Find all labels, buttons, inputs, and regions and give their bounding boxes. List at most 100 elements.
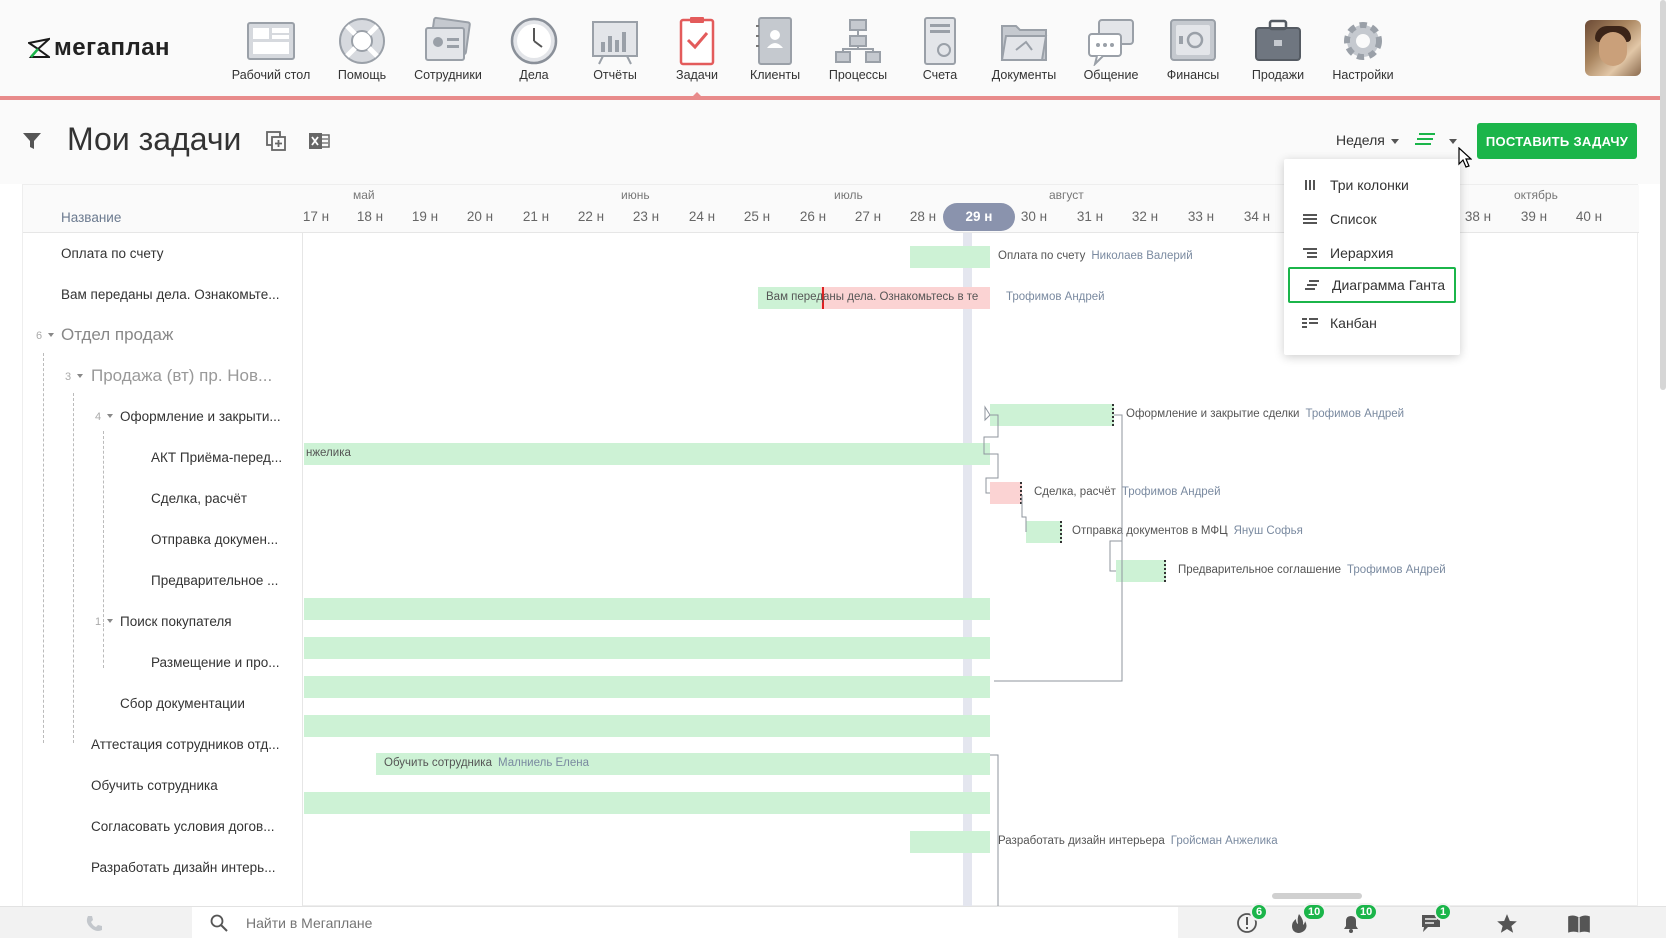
hot-badge: 10 [1302, 903, 1327, 921]
week-label: 17 н [302, 209, 330, 224]
task-name: Продажа (вт) пр. Нов... [91, 366, 273, 385]
nav-processes[interactable]: Процессы [816, 14, 900, 86]
task-row[interactable]: Оплата по счету [23, 235, 303, 275]
vertical-scrollbar[interactable] [1660, 0, 1666, 390]
task-name: Размещение и про... [151, 655, 280, 670]
current-week-label: 29 н [943, 203, 1015, 231]
nav-communication[interactable]: Общение [1069, 14, 1153, 86]
task-row[interactable]: Вам переданы дела. Ознакомьте... [23, 276, 303, 316]
week-label: 40 н [1575, 209, 1603, 224]
task-group-row[interactable]: 1 Поиск покупателя [23, 603, 303, 643]
documents-icon [1000, 25, 1048, 61]
create-task-button[interactable]: ПОСТАВИТЬ ЗАДАЧУ [1477, 123, 1637, 159]
week-label: 28 н [909, 209, 937, 224]
nav-label: Клиенты [749, 68, 801, 82]
view-option-label: Канбан [1330, 315, 1377, 331]
nav-reports[interactable]: Отчёты [573, 14, 657, 86]
name-column-header: Название [61, 210, 122, 225]
invoices-icon [924, 17, 956, 65]
nav-employees[interactable]: Сотрудники [406, 14, 490, 86]
view-switch[interactable] [1415, 132, 1457, 151]
copy-task-icon[interactable] [265, 130, 287, 152]
notifications-button[interactable]: 10 [1340, 903, 1379, 936]
excel-export-icon[interactable] [308, 130, 330, 152]
task-row[interactable]: Предварительное ... [23, 562, 303, 602]
view-option-three-columns[interactable]: Три колонки [1288, 167, 1456, 203]
search-icon [210, 914, 228, 932]
task-group-row[interactable]: 3 Продажа (вт) пр. Нов... [23, 358, 303, 398]
view-option-gantt[interactable]: Диаграмма Ганта [1288, 267, 1456, 303]
book-icon[interactable] [1566, 912, 1592, 936]
week-label: 26 н [799, 209, 827, 224]
week-label: 21 н [522, 209, 550, 224]
view-option-label: Список [1330, 211, 1377, 227]
chevron-down-icon [1390, 138, 1399, 144]
task-name: Поиск покупателя [120, 614, 232, 629]
nav-settings[interactable]: Настройки [1321, 14, 1405, 86]
desktop-icon [247, 22, 295, 60]
view-option-hierarchy[interactable]: Иерархия [1288, 235, 1456, 271]
hierarchy-icon [1300, 247, 1320, 259]
nav-label: Документы [991, 68, 1057, 82]
nav-label: Настройки [1332, 68, 1394, 82]
view-option-list[interactable]: Список [1288, 201, 1456, 237]
alerts-button[interactable]: 6 [1236, 903, 1269, 936]
task-list: Оплата по счету Вам переданы дела. Ознак… [23, 233, 303, 907]
task-name: Сделка, расчёт [151, 491, 248, 506]
nav-invoices[interactable]: Счета [898, 14, 982, 86]
task-row[interactable]: Аттестация сотрудников отд... [23, 726, 303, 766]
nav-affairs[interactable]: Дела [492, 14, 576, 86]
nav-sales[interactable]: Продажи [1236, 14, 1320, 86]
star-icon[interactable] [1494, 912, 1520, 936]
month-label: июль [834, 188, 863, 202]
nav-help[interactable]: Помощь [320, 14, 404, 86]
nav-label: Счета [922, 68, 958, 82]
task-row[interactable]: Отправка докумен... [23, 521, 303, 561]
gantt-icon [1302, 279, 1322, 291]
week-label: 34 н [1243, 209, 1271, 224]
phone-icon[interactable] [84, 914, 104, 934]
briefcase-icon [1255, 19, 1301, 61]
task-row[interactable]: Согласовать условия догов... [23, 808, 303, 848]
nav-label: Помощь [337, 68, 387, 82]
chevron-down-icon[interactable] [48, 333, 54, 337]
view-option-kanban[interactable]: Канбан [1288, 305, 1456, 341]
task-name: Обучить сотрудника [91, 778, 218, 793]
task-row[interactable]: Сделка, расчёт [23, 480, 303, 520]
user-avatar[interactable] [1585, 20, 1641, 76]
megaplan-logo[interactable]: мегаплан [28, 34, 170, 62]
logo-text: мегаплан [54, 34, 171, 61]
filter-icon[interactable] [22, 132, 42, 150]
messages-button[interactable]: 1 [1420, 903, 1453, 936]
hot-tasks-button[interactable]: 10 [1288, 903, 1327, 936]
task-name: Аттестация сотрудников отд... [91, 737, 280, 752]
week-label: 18 н [356, 209, 384, 224]
search-input[interactable] [244, 912, 1144, 934]
task-name: Разработать дизайн интерь... [91, 860, 276, 875]
nav-tasks[interactable]: Задачи [655, 14, 739, 86]
task-row[interactable]: АКТ Приёма-перед... [23, 439, 303, 479]
nav-documents[interactable]: Документы [982, 14, 1066, 86]
nav-finance[interactable]: Финансы [1151, 14, 1235, 86]
task-group-row[interactable]: 4 Оформление и закрыти... [23, 398, 303, 438]
nav-label: Отчёты [593, 68, 637, 82]
task-group-row[interactable]: 6 Отдел продаж [23, 317, 303, 357]
safe-icon [1170, 19, 1216, 61]
task-name: Оплата по счету [61, 246, 164, 261]
period-select[interactable]: Неделя [1336, 132, 1399, 148]
task-row[interactable]: Сбор документации [23, 685, 303, 725]
chevron-down-icon[interactable] [77, 374, 83, 378]
notifications-badge: 10 [1354, 903, 1379, 921]
task-row[interactable]: Обучить сотрудника [23, 767, 303, 807]
nav-clients[interactable]: Клиенты [733, 14, 817, 86]
horizontal-scrollbar[interactable] [1272, 893, 1362, 899]
nav-desktop[interactable]: Рабочий стол [229, 14, 313, 86]
chevron-down-icon[interactable] [107, 414, 113, 418]
employees-icon [425, 16, 471, 61]
mouse-cursor-icon [1458, 147, 1472, 168]
week-label: 38 н [1464, 209, 1492, 224]
week-label: 20 н [466, 209, 494, 224]
chevron-down-icon[interactable] [107, 619, 113, 623]
task-row[interactable]: Разработать дизайн интерь... [23, 849, 303, 889]
task-row[interactable]: Размещение и про... [23, 644, 303, 684]
